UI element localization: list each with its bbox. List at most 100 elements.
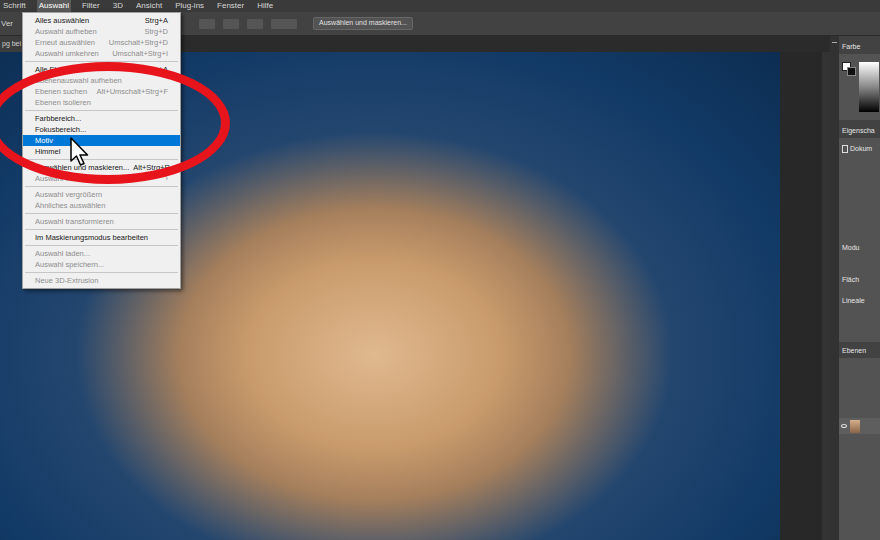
menu-item-label: Auswahl umkehren xyxy=(35,49,99,58)
menu-item-state: Motiv xyxy=(35,135,53,146)
menu-item-kind: › xyxy=(166,173,169,184)
panels: Farbe Eigenscha Dokum Modu Fläch xyxy=(839,36,880,540)
menu-item-kind: Strg+D xyxy=(144,26,168,37)
menu-item-label: Auswahl vergrößern xyxy=(35,190,102,199)
menu-item-label: Im Maskierungsmodus bearbeiten xyxy=(35,233,148,242)
panel-title[interactable]: Ebenen xyxy=(842,347,866,354)
menu-item-state: Alles auswählen xyxy=(35,15,89,26)
select-and-mask-button[interactable]: Auswählen und maskieren... xyxy=(313,17,413,30)
menu-item-state: Himmel xyxy=(35,146,60,157)
menu-item[interactable]: Auswahl umkehren Umschalt+Strg+I xyxy=(23,48,180,59)
menubar-item[interactable]: Plug-ins xyxy=(173,0,206,12)
menu-item-label: Fokusbereich... xyxy=(35,125,86,134)
menu-item-label: Alles auswählen xyxy=(35,16,89,25)
layer-thumbnail xyxy=(850,420,860,433)
menu-item[interactable]: Ebenen suchen Alt+Umschalt+Strg+F xyxy=(23,86,180,97)
menu-item[interactable]: Himmel xyxy=(23,146,180,157)
rulers-section[interactable]: Lineale xyxy=(842,297,865,304)
menu-separator xyxy=(25,272,178,273)
menu-item[interactable]: Ähnliches auswählen xyxy=(23,200,180,211)
option-box[interactable] xyxy=(199,19,215,29)
menu-item-shortcut: Umschalt+Strg+D xyxy=(109,37,168,48)
menu-item[interactable]: Farbbereich... xyxy=(23,113,180,124)
menubar-item[interactable]: Hilfe xyxy=(255,0,275,12)
menu-item-state: Auswahl aufheben xyxy=(35,26,97,37)
menu-item-label: Auswahl laden... xyxy=(35,249,90,258)
menu-item[interactable]: Fokusbereich... xyxy=(23,124,180,135)
menu-item[interactable]: Alles auswählen Strg+A xyxy=(23,15,180,26)
eye-icon[interactable] xyxy=(841,424,847,428)
menu-item-kind: Alt+Umschalt+Strg+F xyxy=(97,86,168,97)
menu-item-label: Motiv xyxy=(35,136,53,145)
menu-item-shortcut: Umschalt+Strg+I xyxy=(112,48,168,59)
color-swatch[interactable] xyxy=(842,62,856,76)
menubar-item[interactable]: Schrift xyxy=(1,0,28,12)
menu-item-label: Auswahl aufheben xyxy=(35,27,97,36)
menu-separator xyxy=(25,213,178,214)
menu-item-kind: Alt+Strg+R xyxy=(133,162,170,173)
menu-item-state: Farbbereich... xyxy=(35,113,81,124)
menu-item[interactable]: Auswahl verändern › xyxy=(23,173,180,184)
menubar-item[interactable]: Ansicht xyxy=(134,0,164,12)
menu-item[interactable]: Alle Ebenen Alt+Strg+A xyxy=(23,64,180,75)
menu-separator xyxy=(25,229,178,230)
canvas-background xyxy=(780,52,830,540)
menu-item-label: Auswahl speichern... xyxy=(35,260,104,269)
menu-item[interactable]: Ebenenauswahl aufheben xyxy=(23,75,180,86)
menu-item-label: Erneut auswählen xyxy=(35,38,95,47)
menu-item-state: Ähnliches auswählen xyxy=(35,200,105,211)
menu-item[interactable]: Auswahl laden... xyxy=(23,248,180,259)
menu-item-kind: Umschalt+Strg+I xyxy=(112,48,168,59)
menu-item[interactable]: Auswahl transformieren xyxy=(23,216,180,227)
menu-item-state: Ebenen isolieren xyxy=(35,97,91,108)
menu-item-shortcut: Strg+A xyxy=(145,15,168,26)
document-tab[interactable]: pg bei xyxy=(0,36,23,52)
menubar-item[interactable]: Auswahl xyxy=(37,0,71,12)
menu-item-shortcut: Strg+D xyxy=(144,26,168,37)
menu-item[interactable]: Neue 3D-Extrusion xyxy=(23,275,180,286)
menu-item-label: Ähnliches auswählen xyxy=(35,201,105,210)
option-box[interactable] xyxy=(223,19,239,29)
menu-item-shortcut: Alt+Umschalt+Strg+F xyxy=(97,86,168,97)
menu-item-kind: Alt+Strg+A xyxy=(132,64,168,75)
menu-item-kind: Umschalt+Strg+D xyxy=(109,37,168,48)
menu-item[interactable]: Auswählen und maskieren...Alt+Strg+R xyxy=(23,162,180,173)
menu-item-label: Ebenenauswahl aufheben xyxy=(35,76,122,85)
menu-item-shortcut: Alt+Strg+R xyxy=(133,162,170,173)
panel-title[interactable]: Eigenscha xyxy=(842,127,875,134)
document-icon xyxy=(842,145,848,153)
menu-item-label: Auswahl transformieren xyxy=(35,217,114,226)
menu-item-shortcut: › xyxy=(166,173,169,184)
menu-item-state: Alle Ebenen xyxy=(35,64,75,75)
menu-item-state: Auswahl laden... xyxy=(35,248,90,259)
option-box[interactable] xyxy=(271,19,297,29)
menu-item-label: Neue 3D-Extrusion xyxy=(35,276,98,285)
panel-title[interactable]: Farbe xyxy=(842,43,860,50)
layer-row[interactable] xyxy=(839,418,880,434)
option-box[interactable] xyxy=(247,19,263,29)
menu-item[interactable]: Auswahl speichern... xyxy=(23,259,180,270)
menu-item-label: Ebenen suchen xyxy=(35,87,87,96)
menu-item[interactable]: Ebenen isolieren xyxy=(23,97,180,108)
properties-tab[interactable]: Dokum xyxy=(850,144,872,155)
menubar-item[interactable]: Fenster xyxy=(215,0,246,12)
menubar-item[interactable]: Filter xyxy=(80,0,102,12)
scrollbar[interactable] xyxy=(822,52,830,540)
menu-item[interactable]: Erneut auswählen Umschalt+Strg+D xyxy=(23,37,180,48)
collapse-icon[interactable] xyxy=(832,42,837,46)
menu-item[interactable]: Auswahl vergrößern xyxy=(23,189,180,200)
menu-item[interactable]: Motiv xyxy=(23,135,180,146)
menu-item-label: Auswahl verändern xyxy=(35,174,99,183)
menu-item[interactable]: Auswahl aufheben Strg+D xyxy=(23,26,180,37)
menu-item-label: Alle Ebenen xyxy=(35,65,75,74)
menu-item-label: Himmel xyxy=(35,147,60,156)
fill-label: Fläch xyxy=(842,276,859,283)
tool-label: Ver xyxy=(1,18,13,30)
menu-item-kind: Strg+A xyxy=(145,15,168,26)
menu-separator xyxy=(25,159,178,160)
menu-item[interactable]: Im Maskierungsmodus bearbeiten xyxy=(23,232,180,243)
color-field[interactable] xyxy=(859,62,879,112)
menubar-item[interactable]: 3D xyxy=(111,0,125,12)
menu-separator xyxy=(25,61,178,62)
menu-item-state: Auswahl transformieren xyxy=(35,216,114,227)
